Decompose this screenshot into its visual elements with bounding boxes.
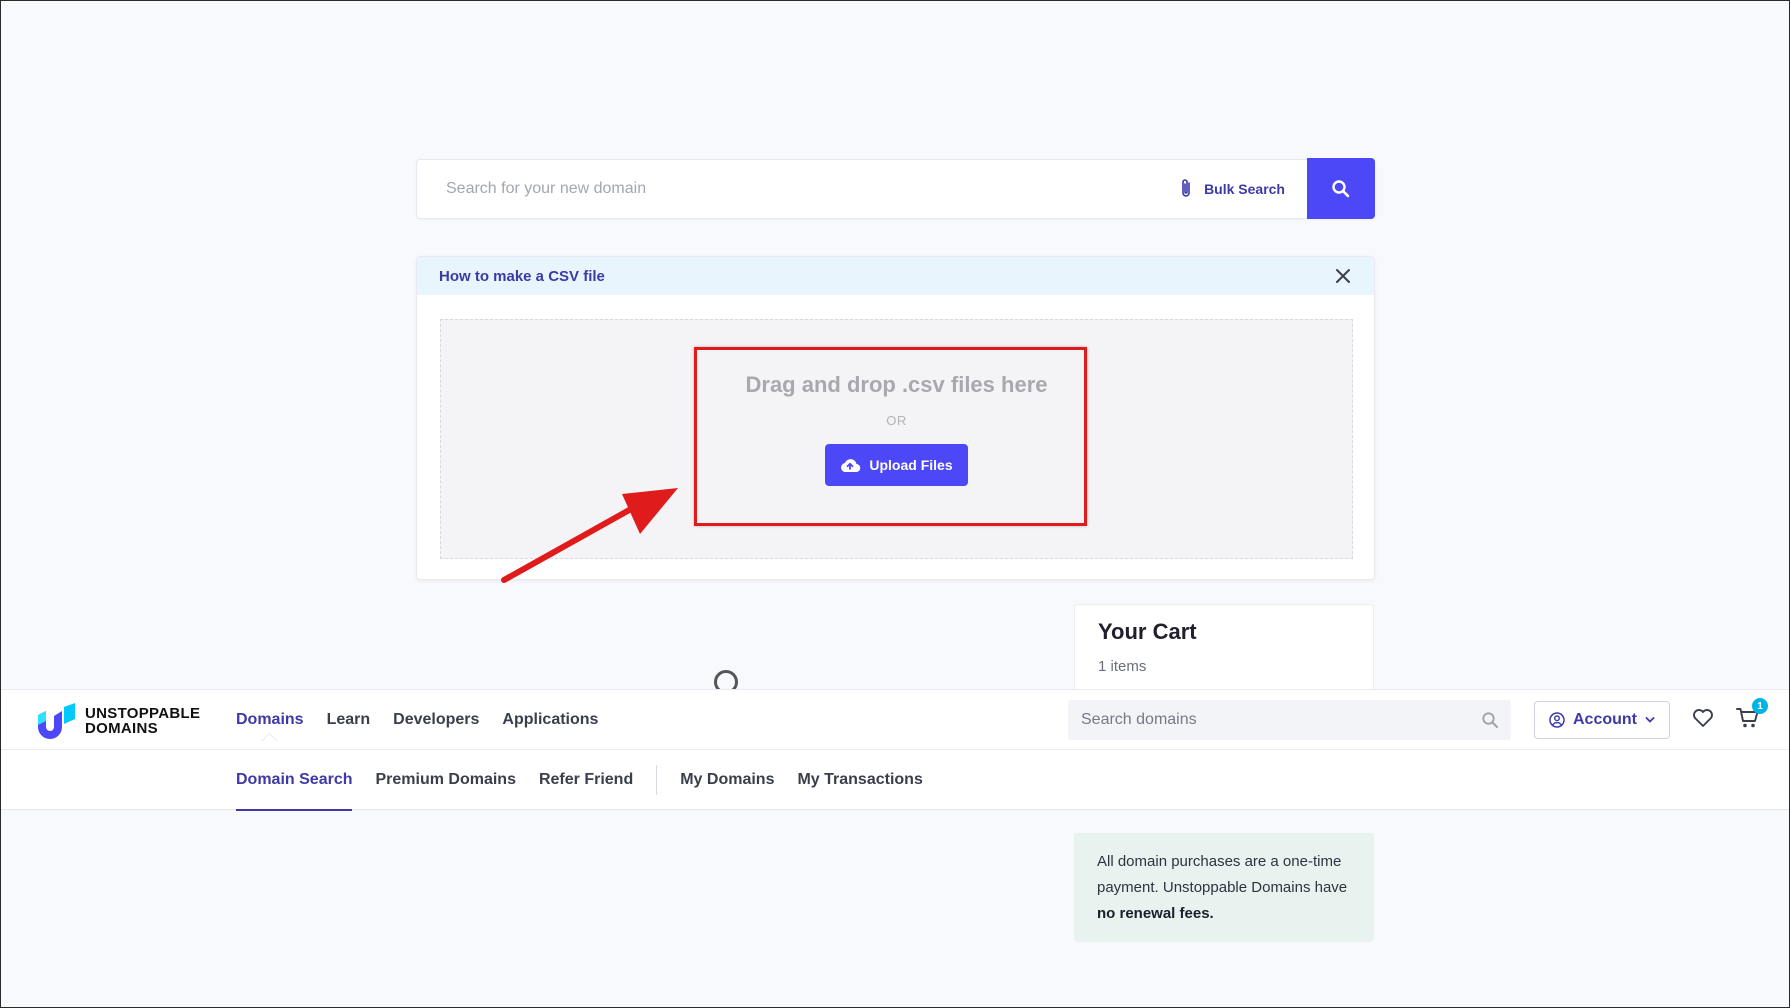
tab-premium-domains[interactable]: Premium Domains (375, 750, 515, 810)
sub-navigation: Domain Search Premium Domains Refer Frie… (1, 750, 1789, 811)
user-circle-icon (1549, 712, 1565, 728)
nav-search-input[interactable] (1068, 711, 1481, 729)
heart-icon (1693, 709, 1713, 727)
account-label: Account (1573, 711, 1637, 728)
favorites-button[interactable] (1692, 708, 1714, 733)
domain-search-input[interactable] (417, 160, 1179, 218)
nav-developers[interactable]: Developers (393, 711, 479, 729)
search-icon[interactable] (1481, 711, 1499, 729)
account-button[interactable]: Account (1534, 701, 1670, 739)
tab-refer-friend[interactable]: Refer Friend (539, 750, 633, 810)
csv-help-link[interactable]: How to make a CSV file (439, 268, 605, 285)
nav-search-box (1068, 700, 1511, 740)
upload-files-label: Upload Files (869, 457, 953, 473)
search-submit-button[interactable] (1307, 158, 1375, 219)
domain-search-bar: Bulk Search (416, 158, 1375, 219)
tab-my-transactions[interactable]: My Transactions (797, 750, 922, 810)
cart-button[interactable]: 1 (1736, 698, 1768, 734)
sub-nav-links: Domain Search Premium Domains Refer Frie… (236, 750, 946, 811)
cart-item-count: 1 items (1098, 658, 1147, 675)
file-drop-zone[interactable]: Drag and drop .csv files here OR Upload … (440, 319, 1353, 559)
search-icon (1332, 179, 1350, 197)
bulk-search-button[interactable]: Bulk Search (1178, 178, 1307, 200)
upload-files-button[interactable]: Upload Files (825, 444, 968, 486)
logo-line-1: UNSTOPPABLE (85, 705, 201, 722)
csv-help-header: How to make a CSV file (417, 257, 1374, 295)
close-icon[interactable] (1334, 267, 1352, 285)
logo-line-2: DOMAINS (85, 720, 158, 737)
nav-learn[interactable]: Learn (327, 711, 371, 729)
bulk-search-label: Bulk Search (1204, 181, 1285, 197)
notice-bold-text: no renewal fees. (1097, 905, 1214, 922)
logo[interactable]: UNSTOPPABLE DOMAINS (35, 701, 200, 741)
cart-count-badge: 1 (1752, 698, 1768, 714)
cloud-upload-icon (841, 459, 861, 473)
tab-my-domains[interactable]: My Domains (680, 750, 774, 810)
drop-zone-title: Drag and drop .csv files here (745, 372, 1048, 397)
cart-title: Your Cart (1098, 619, 1197, 644)
logo-wordmark: UNSTOPPABLE DOMAINS (85, 706, 200, 736)
paperclip-icon (1182, 179, 1190, 197)
nav-domains[interactable]: Domains (236, 711, 304, 729)
notice-text: All domain purchases are a one-time paym… (1097, 853, 1348, 896)
nav-applications[interactable]: Applications (502, 711, 598, 729)
csv-upload-card: How to make a CSV file Drag and drop .cs… (416, 256, 1375, 580)
drop-zone-or: OR (886, 413, 907, 428)
subnav-divider (656, 765, 658, 795)
top-navigation: UNSTOPPABLE DOMAINS Domains Learn Develo… (1, 689, 1789, 750)
tab-domain-search[interactable]: Domain Search (236, 750, 353, 811)
main-nav-links: Domains Learn Developers Applications (236, 690, 598, 749)
cart-panel: Your Cart 1 items (1074, 604, 1374, 690)
chevron-down-icon (1645, 717, 1655, 723)
no-renewal-notice: All domain purchases are a one-time paym… (1074, 833, 1374, 942)
unstoppable-domains-logo-icon (38, 703, 75, 739)
